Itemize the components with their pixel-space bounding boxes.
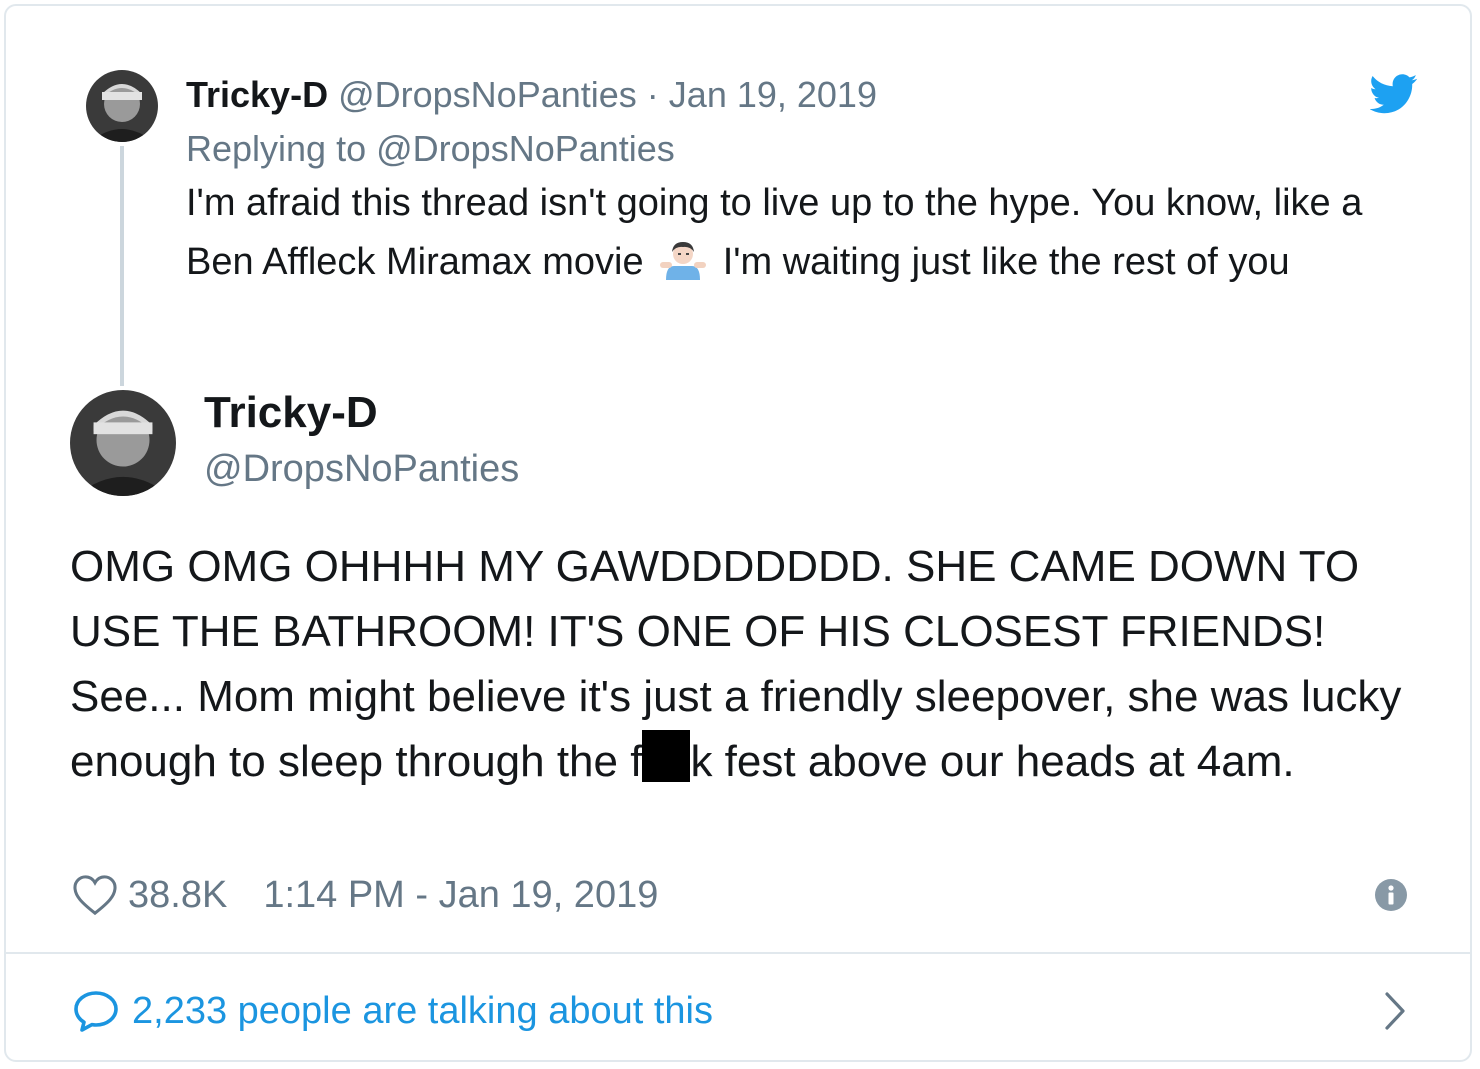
parent-display-name[interactable]: Tricky-D: [186, 74, 328, 115]
tweet-timestamp[interactable]: 1:14 PM - Jan 19, 2019: [263, 874, 658, 917]
main-display-name[interactable]: Tricky-D: [204, 384, 378, 442]
thread-connector-line: [120, 146, 124, 386]
talking-about-text[interactable]: 2,233 people are talking about this: [132, 990, 713, 1033]
main-handle[interactable]: @DropsNoPanties: [204, 442, 519, 496]
parent-avatar[interactable]: [86, 70, 158, 142]
main-text-part2: k fest above our heads at 4am.: [690, 737, 1295, 786]
parent-text-part2: I'm waiting just like the rest of you: [722, 241, 1290, 283]
man-shrugging-icon: [660, 242, 707, 280]
parent-date[interactable]: Jan 19, 2019: [669, 74, 877, 115]
parent-tweet-header: Tricky-D @DropsNoPanties · Jan 19, 2019: [186, 70, 877, 120]
like-count[interactable]: 38.8K: [128, 874, 227, 917]
header-separator: ·: [646, 74, 659, 115]
embedded-tweet-card: Tricky-D @DropsNoPanties · Jan 19, 2019 …: [4, 4, 1472, 1062]
tweet-meta-row: 38.8K 1:14 PM - Jan 19, 2019: [72, 870, 658, 920]
parent-tweet-text: I'm afraid this thread isn't going to li…: [186, 174, 1426, 292]
replying-to-line: Replying to @DropsNoPanties: [186, 124, 675, 174]
speech-bubble-icon: [74, 991, 118, 1032]
replying-prefix: Replying to: [186, 128, 367, 169]
replying-handle-link[interactable]: @DropsNoPanties: [376, 128, 675, 169]
info-icon[interactable]: [1374, 878, 1408, 912]
conversation-link[interactable]: 2,233 people are talking about this: [72, 984, 713, 1038]
main-tweet-text: OMG OMG OHHHH MY GAWDDDDDDD. SHE CAME DO…: [70, 534, 1430, 794]
redaction-box: [642, 730, 691, 782]
card-divider: [6, 952, 1470, 954]
parent-handle[interactable]: @DropsNoPanties: [338, 74, 637, 115]
chevron-right-icon[interactable]: [1382, 990, 1408, 1032]
heart-icon[interactable]: [72, 874, 118, 916]
twitter-logo-icon[interactable]: [1369, 72, 1418, 116]
main-avatar[interactable]: [70, 390, 176, 496]
